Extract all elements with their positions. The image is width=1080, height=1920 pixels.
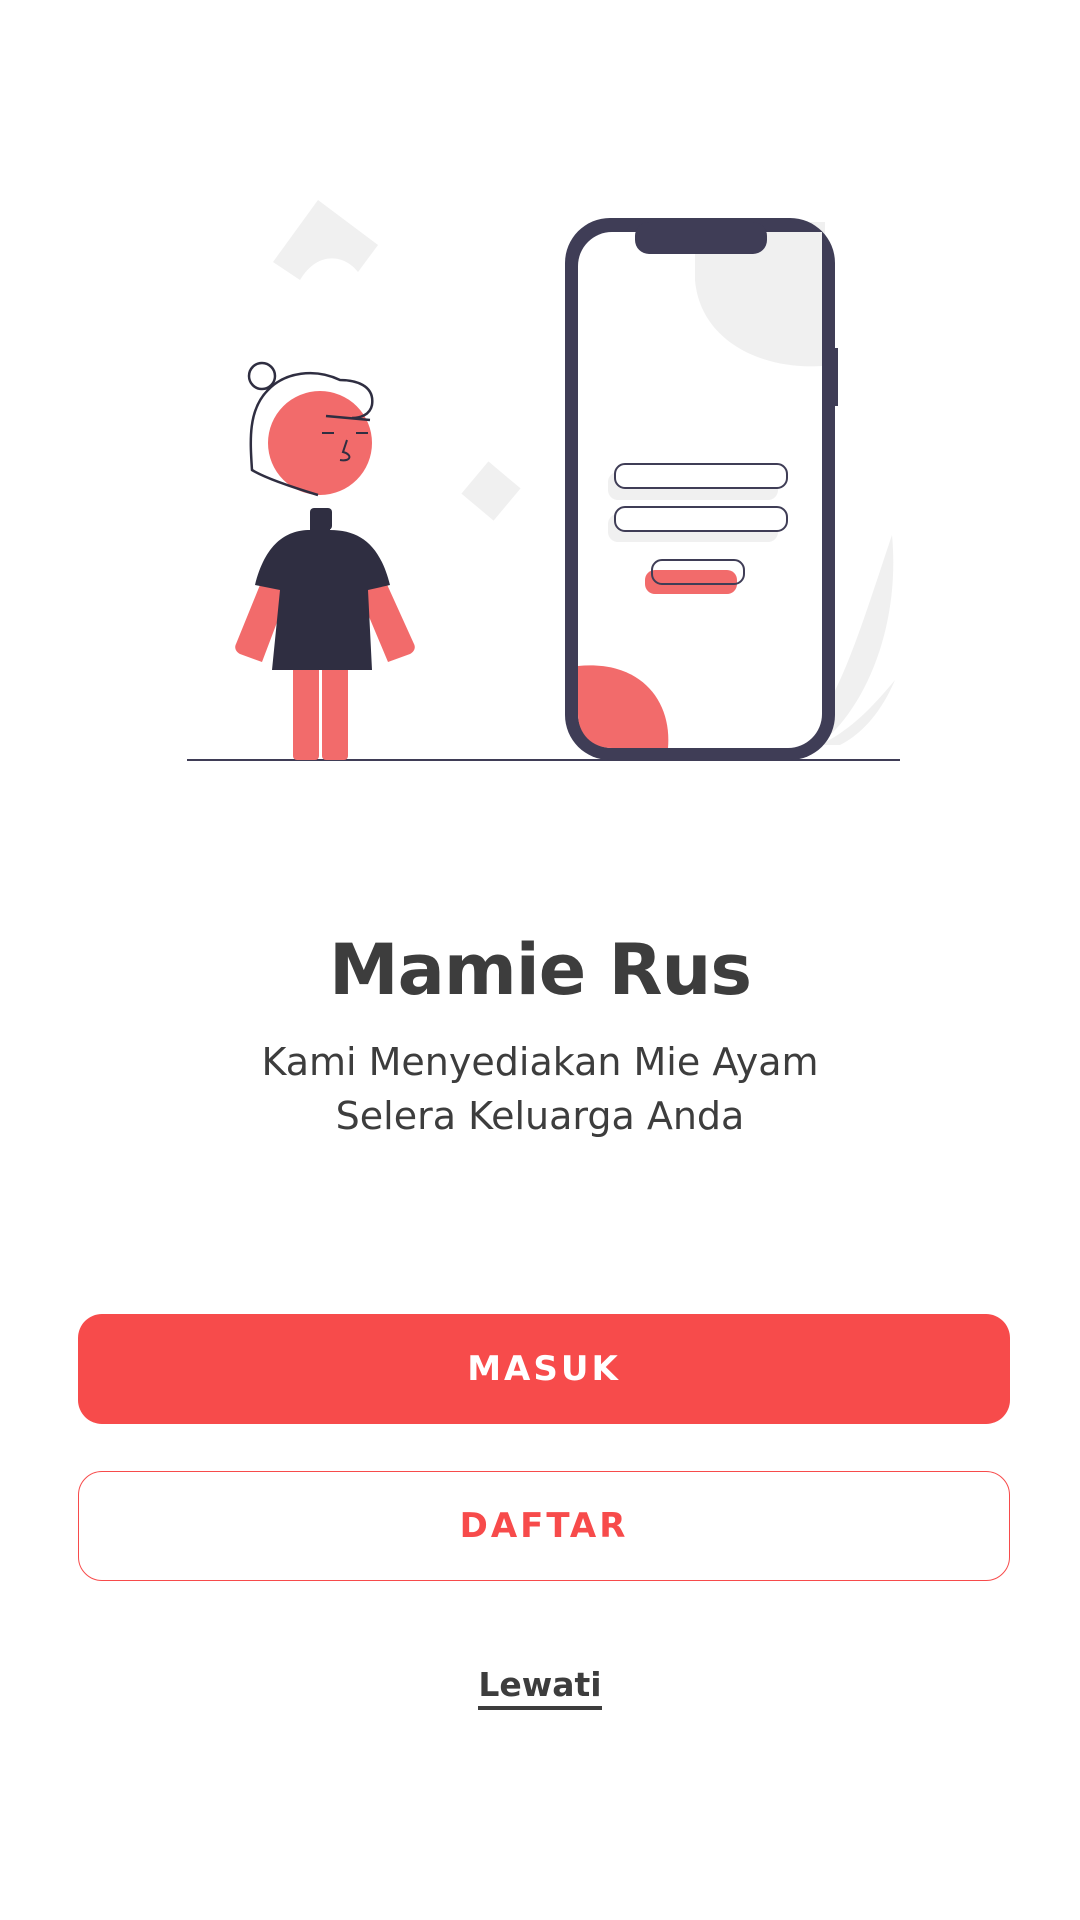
tagline-line-1: Kami Menyediakan Mie Ayam <box>261 1040 819 1084</box>
login-button[interactable]: MASUK <box>78 1314 1010 1424</box>
person-illustration <box>235 361 415 760</box>
skip-link[interactable]: Lewati <box>478 1665 602 1710</box>
skip-container: Lewati <box>0 1660 1080 1710</box>
welcome-illustration <box>187 200 900 761</box>
tagline-line-2: Selera Keluarga Anda <box>335 1094 745 1138</box>
tagline: Kami Menyediakan Mie Ayam Selera Keluarg… <box>0 1035 1080 1143</box>
phone-illustration <box>565 218 838 760</box>
register-button[interactable]: DAFTAR <box>78 1471 1010 1581</box>
app-title: Mamie Rus <box>328 929 752 1011</box>
